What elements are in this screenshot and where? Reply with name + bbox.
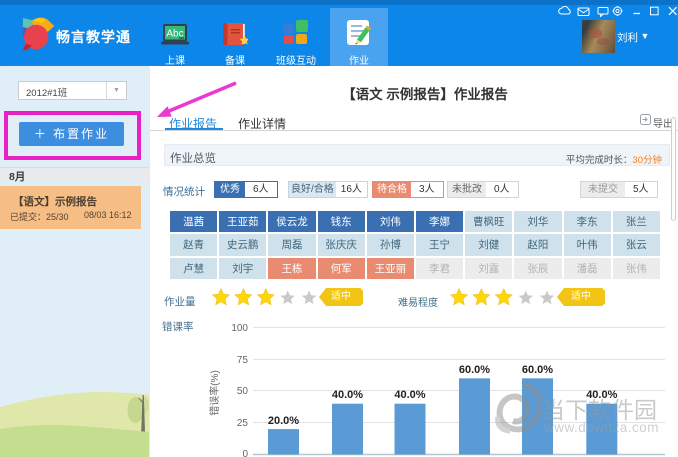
svg-text:75: 75 <box>237 355 249 366</box>
svg-text:25: 25 <box>237 418 249 429</box>
svg-text:60.0%: 60.0% <box>459 364 490 376</box>
svg-text:40.0%: 40.0% <box>332 389 363 401</box>
svg-text:错误率(%): 错误率(%) <box>208 370 221 416</box>
svg-text:40.0%: 40.0% <box>394 389 425 401</box>
svg-text:60.0%: 60.0% <box>522 364 553 376</box>
svg-text:100: 100 <box>231 323 248 334</box>
svg-text:50: 50 <box>237 386 249 397</box>
svg-text:0: 0 <box>242 449 248 457</box>
svg-text:20.0%: 20.0% <box>268 415 299 427</box>
